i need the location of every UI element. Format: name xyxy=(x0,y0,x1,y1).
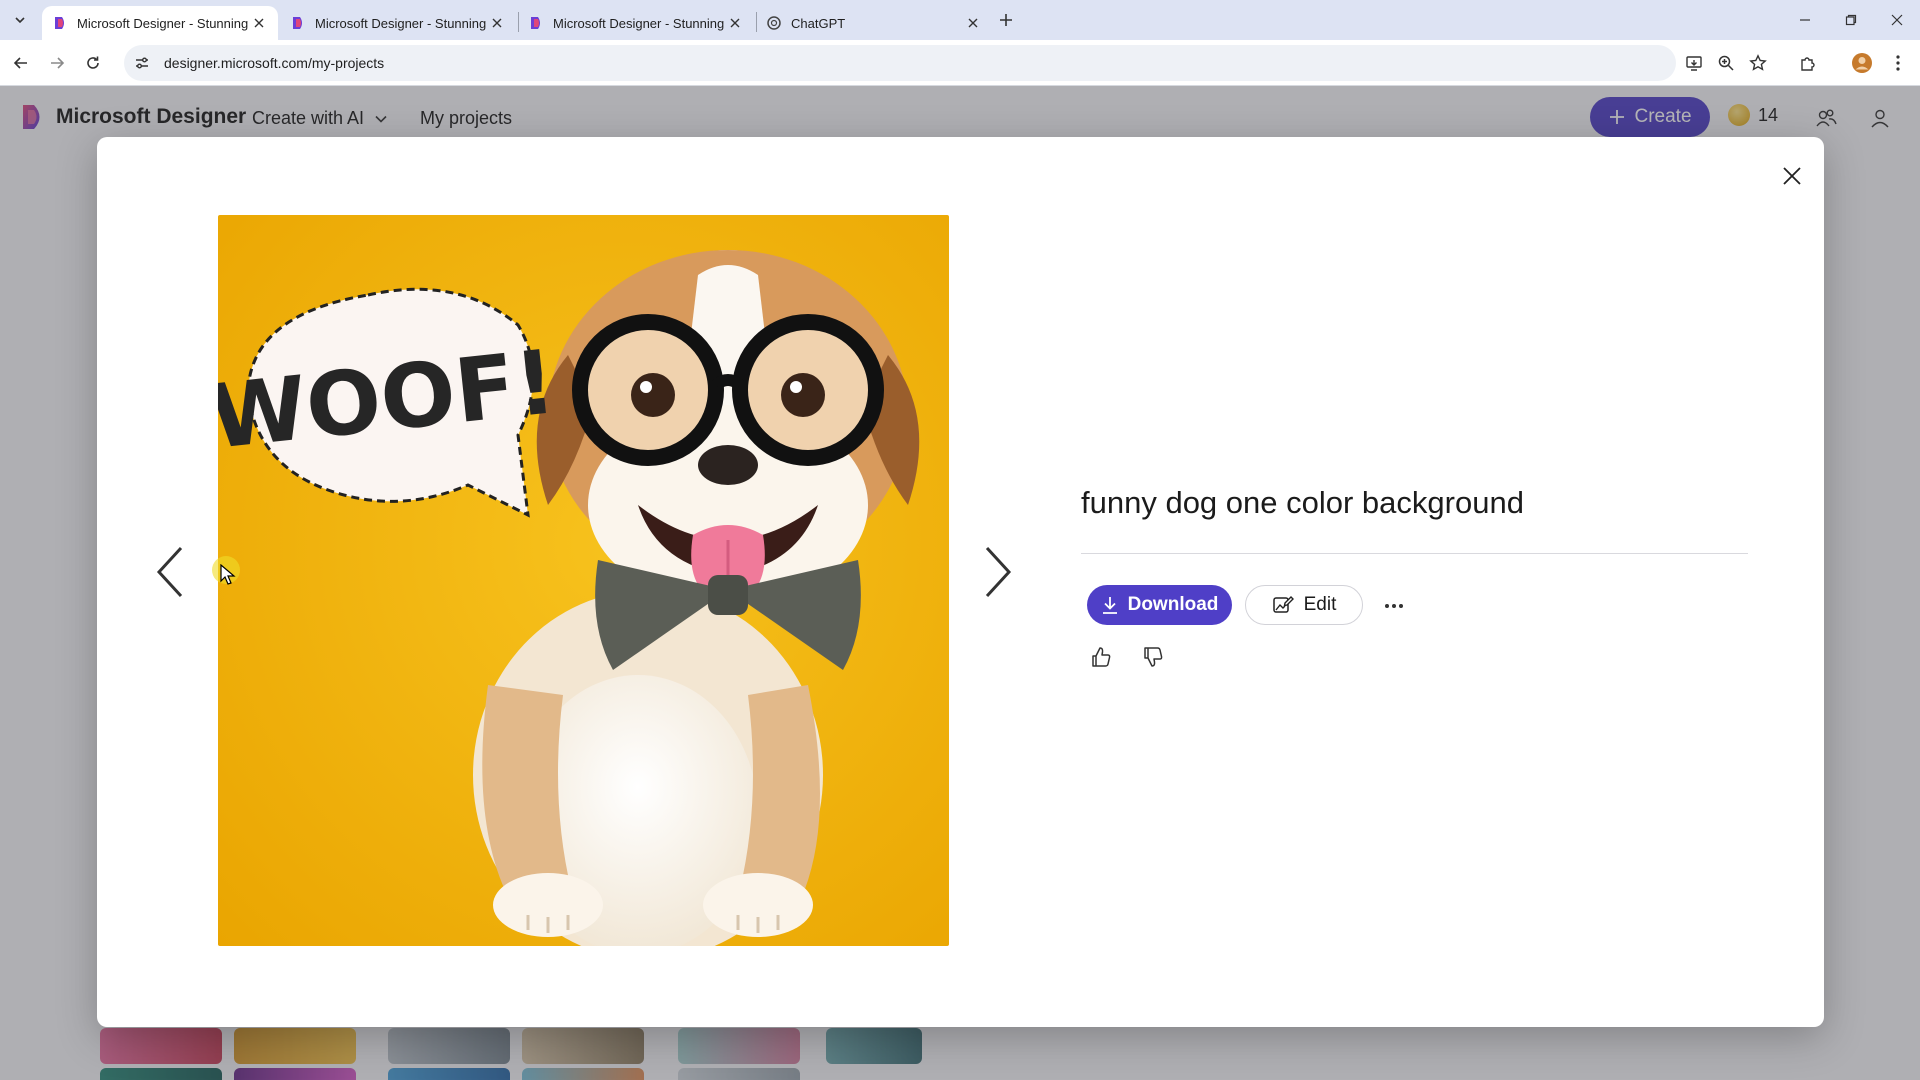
close-tab-icon[interactable] xyxy=(250,14,268,32)
download-icon xyxy=(1102,597,1117,614)
tab-title: Microsoft Designer - Stunning designs in… xyxy=(315,15,488,31)
thumbs-down-icon[interactable] xyxy=(1137,641,1169,673)
chatgpt-favicon-icon xyxy=(767,16,781,30)
browser-address-bar: designer.microsoft.com/my-projects xyxy=(0,40,1920,86)
edit-button-label: Edit xyxy=(1303,594,1337,615)
install-app-icon[interactable] xyxy=(1682,51,1706,75)
close-tab-icon[interactable] xyxy=(726,14,744,32)
tab-search-chevron-icon[interactable] xyxy=(8,8,32,32)
edit-button[interactable]: Edit xyxy=(1245,585,1363,625)
browser-tab-1[interactable]: Microsoft Designer - Stunning designs in… xyxy=(42,6,278,40)
mouse-pointer-icon xyxy=(220,564,236,585)
back-arrow-icon[interactable] xyxy=(8,50,34,76)
forward-arrow-icon[interactable] xyxy=(44,50,70,76)
new-tab-plus-icon[interactable] xyxy=(994,8,1018,32)
tab-title: Microsoft Designer - Stunning designs in… xyxy=(553,15,726,31)
browser-tab-4[interactable]: ChatGPT xyxy=(756,6,992,40)
tab-title: ChatGPT xyxy=(791,15,846,31)
designer-favicon-icon xyxy=(531,17,540,29)
minimize-window-icon[interactable] xyxy=(1782,0,1828,40)
bookmark-star-icon[interactable] xyxy=(1746,51,1770,75)
close-tab-icon[interactable] xyxy=(488,14,506,32)
more-options-ellipsis-icon[interactable] xyxy=(1377,589,1411,623)
restore-window-icon[interactable] xyxy=(1828,0,1874,40)
zoom-icon[interactable] xyxy=(1714,51,1738,75)
browser-menu-kebab-icon[interactable] xyxy=(1886,51,1910,75)
generated-image[interactable]: WOOF! xyxy=(218,215,949,946)
site-info-tune-icon[interactable] xyxy=(132,53,152,73)
reload-icon[interactable] xyxy=(80,50,106,76)
designer-favicon-icon xyxy=(55,17,64,29)
download-button-label: Download xyxy=(1127,594,1219,615)
extensions-puzzle-icon[interactable] xyxy=(1796,51,1820,75)
close-tab-icon[interactable] xyxy=(964,14,982,32)
browser-tab-3[interactable]: Microsoft Designer - Stunning designs in… xyxy=(518,6,754,40)
prompt-divider xyxy=(1081,553,1748,554)
edit-image-icon xyxy=(1272,596,1294,613)
close-window-icon[interactable] xyxy=(1874,0,1920,40)
previous-image-arrow-icon[interactable] xyxy=(147,537,193,607)
browser-tab-2[interactable]: Microsoft Designer - Stunning designs in… xyxy=(280,6,516,40)
thumbs-up-icon[interactable] xyxy=(1085,641,1117,673)
url-text: designer.microsoft.com/my-projects xyxy=(164,55,385,71)
next-image-arrow-icon[interactable] xyxy=(975,537,1021,607)
profile-avatar-icon[interactable] xyxy=(1850,51,1874,75)
browser-tab-bar: Microsoft Designer - Stunning designs in… xyxy=(0,0,1920,40)
image-prompt-title: funny dog one color background xyxy=(1081,485,1524,520)
designer-favicon-icon xyxy=(293,17,302,29)
image-detail-dialog: WOOF! funny dog one color background Dow… xyxy=(97,137,1824,1027)
download-button[interactable]: Download xyxy=(1087,585,1232,625)
close-icon[interactable] xyxy=(1775,159,1809,193)
url-omnibox[interactable]: designer.microsoft.com/my-projects xyxy=(124,45,1676,81)
tab-title: Microsoft Designer - Stunning designs in… xyxy=(77,15,250,31)
